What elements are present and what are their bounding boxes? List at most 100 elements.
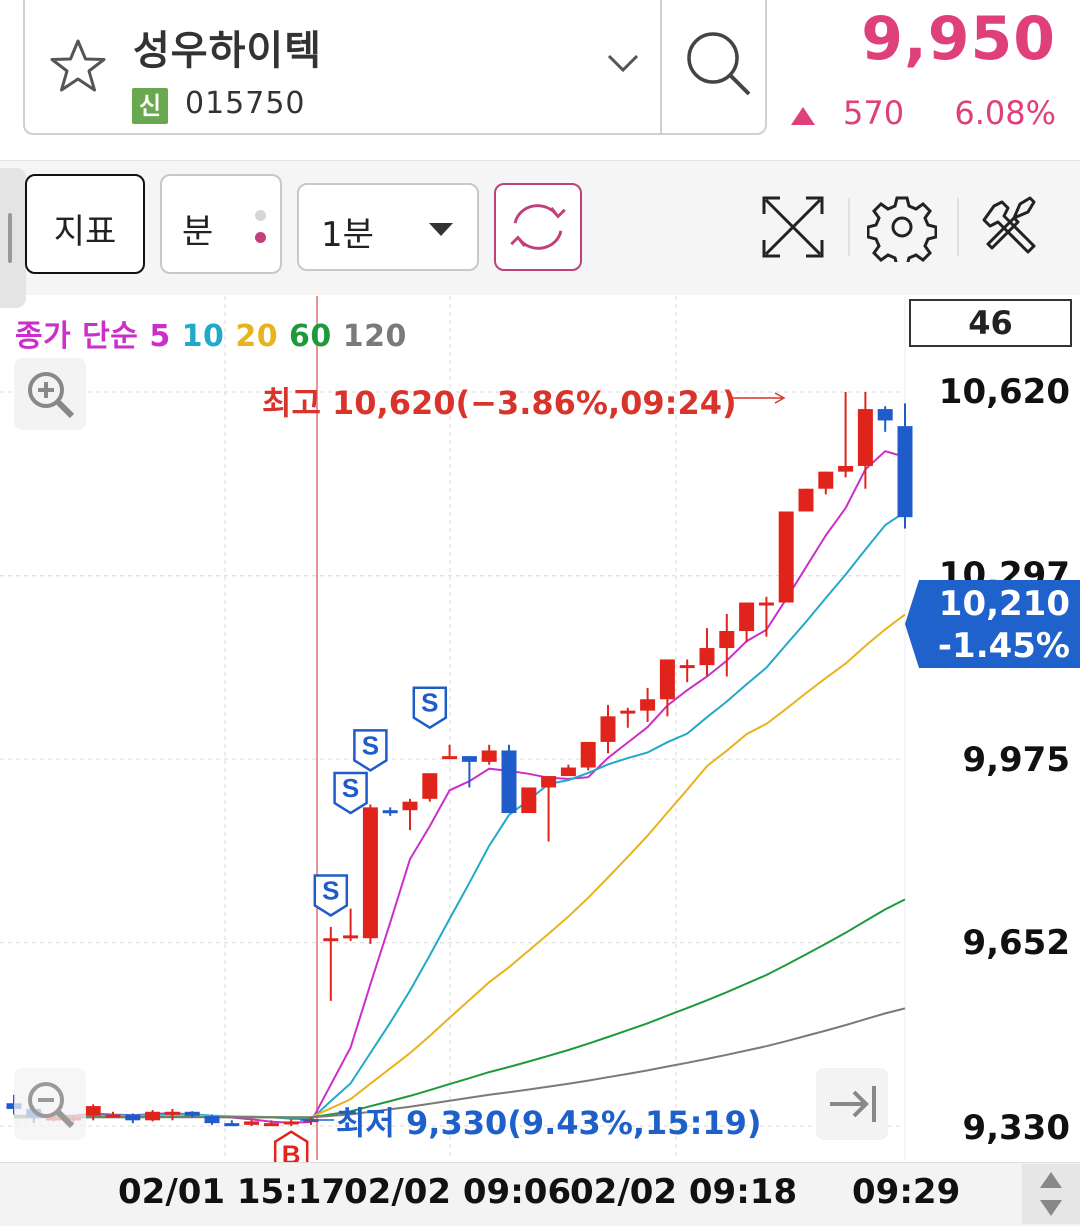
candle-body (125, 1114, 141, 1121)
candle-body (184, 1111, 200, 1116)
jump-to-end-icon (830, 1086, 876, 1122)
sell-marker-label: S (322, 875, 339, 905)
divider (660, 0, 662, 133)
candle-body (323, 938, 339, 942)
y-tick-label: 9,330 (962, 1108, 1070, 1148)
side-drawer-handle[interactable] (0, 168, 26, 308)
zoom-out-button[interactable] (14, 1068, 86, 1140)
candle-body (659, 659, 675, 700)
chevron-down-icon[interactable] (605, 48, 641, 78)
jump-to-latest-button[interactable] (816, 1068, 888, 1140)
period-select[interactable]: 1분 (297, 183, 479, 271)
legend-ma120: 120 (342, 319, 407, 354)
candle-body (838, 465, 854, 472)
candle-body (461, 756, 477, 762)
candle-body (224, 1123, 240, 1127)
dot-indicator-active (255, 232, 266, 243)
candle-body (897, 426, 913, 518)
current-price: 9,950 (861, 4, 1056, 74)
candle-body (521, 787, 537, 814)
legend-ma10: 10 (181, 319, 225, 354)
current-price-tag: 10,210 -1.45% (905, 580, 1080, 668)
indicator-button[interactable]: 지표 (25, 174, 145, 274)
x-tick-label: 02/02 09:18 (570, 1172, 798, 1212)
caret-down-icon (429, 223, 453, 236)
candle-body (382, 810, 398, 814)
candle-body (244, 1121, 260, 1125)
minute-button[interactable]: 분 (160, 174, 282, 274)
stock-search-box[interactable]: 성우하이텍 신 015750 (23, 0, 767, 135)
candle-body (778, 511, 794, 603)
y-tick-label: 10,620 (938, 372, 1070, 412)
stock-code: 015750 (185, 86, 306, 121)
y-tick-label: 9,652 (962, 923, 1070, 963)
candle-body (85, 1106, 101, 1116)
divider (848, 198, 850, 256)
candle-body (877, 409, 893, 421)
legend-prefix: 종가 단순 (15, 319, 139, 354)
minute-label: 분 (182, 212, 214, 252)
candle-body (343, 935, 359, 939)
legend-ma20: 20 (235, 319, 279, 354)
indicator-label: 지표 (53, 212, 117, 252)
candle-body (402, 801, 418, 811)
candle-count-box[interactable]: 46 (909, 299, 1072, 347)
moving-average-lines (14, 450, 906, 1124)
high-annotation: 최고 10,620(−3.86%,09:24) (262, 384, 737, 422)
candle-body (560, 767, 576, 777)
ma5-line (14, 450, 906, 1124)
search-icon[interactable] (675, 20, 765, 110)
stock-name: 성우하이텍 (133, 28, 322, 74)
candle-body (145, 1111, 161, 1121)
candle-body (481, 750, 497, 762)
candle-body (541, 776, 557, 788)
sell-marker-label: S (362, 730, 379, 760)
candle-body (580, 741, 596, 768)
y-tick-label: 9,975 (962, 740, 1070, 780)
candle-body (600, 716, 616, 742)
candle-body (620, 710, 636, 714)
candle-body (699, 648, 715, 666)
x-tick-label: 09:29 (852, 1172, 961, 1212)
ma20-line (14, 613, 906, 1119)
refresh-icon (510, 204, 566, 250)
sell-marker-label: S (342, 773, 359, 803)
current-price-value: 10,210 (938, 584, 1070, 624)
candle-body (798, 488, 814, 512)
candle-body (362, 807, 378, 939)
refresh-button[interactable] (494, 183, 582, 271)
chart-grid (0, 296, 906, 1160)
candle-body (164, 1111, 180, 1115)
sell-marker-label: S (421, 688, 438, 718)
dot-indicator (255, 210, 266, 221)
candle-body (283, 1121, 299, 1125)
candle-body (818, 471, 834, 489)
legend-ma5: 5 (149, 319, 171, 354)
price-chart[interactable]: SSSSB (0, 295, 1080, 1226)
candle-body (422, 773, 438, 799)
zoom-in-icon (28, 372, 75, 419)
zoom-in-button[interactable] (14, 358, 86, 430)
x-tick-label: 02/01 15:17 (118, 1172, 346, 1212)
candle-body (679, 665, 695, 669)
change-percent: 6.08% (954, 94, 1056, 132)
up-triangle-icon (791, 107, 815, 125)
candle-body (501, 750, 517, 814)
star-icon[interactable] (47, 36, 109, 98)
settings-icon[interactable] (867, 192, 937, 262)
ma-legend[interactable]: 종가 단순 5 10 20 60 120 (15, 311, 407, 355)
candle-body (857, 409, 873, 466)
updown-arrows-icon (1040, 1172, 1062, 1216)
divider (957, 198, 959, 256)
current-price-change: -1.45% (937, 626, 1070, 666)
candle-body (442, 756, 458, 760)
low-annotation: 최저 9,330(9.43%,15:19) (336, 1104, 762, 1142)
period-label: 1분 (321, 215, 374, 255)
tools-icon[interactable] (980, 192, 1050, 262)
candle-body (739, 602, 755, 631)
candle-body (640, 699, 656, 711)
fullscreen-icon[interactable] (758, 192, 828, 262)
change-value: 570 (843, 94, 905, 132)
credit-badge: 신 (132, 88, 168, 124)
scroll-updown-button[interactable] (1022, 1164, 1080, 1224)
